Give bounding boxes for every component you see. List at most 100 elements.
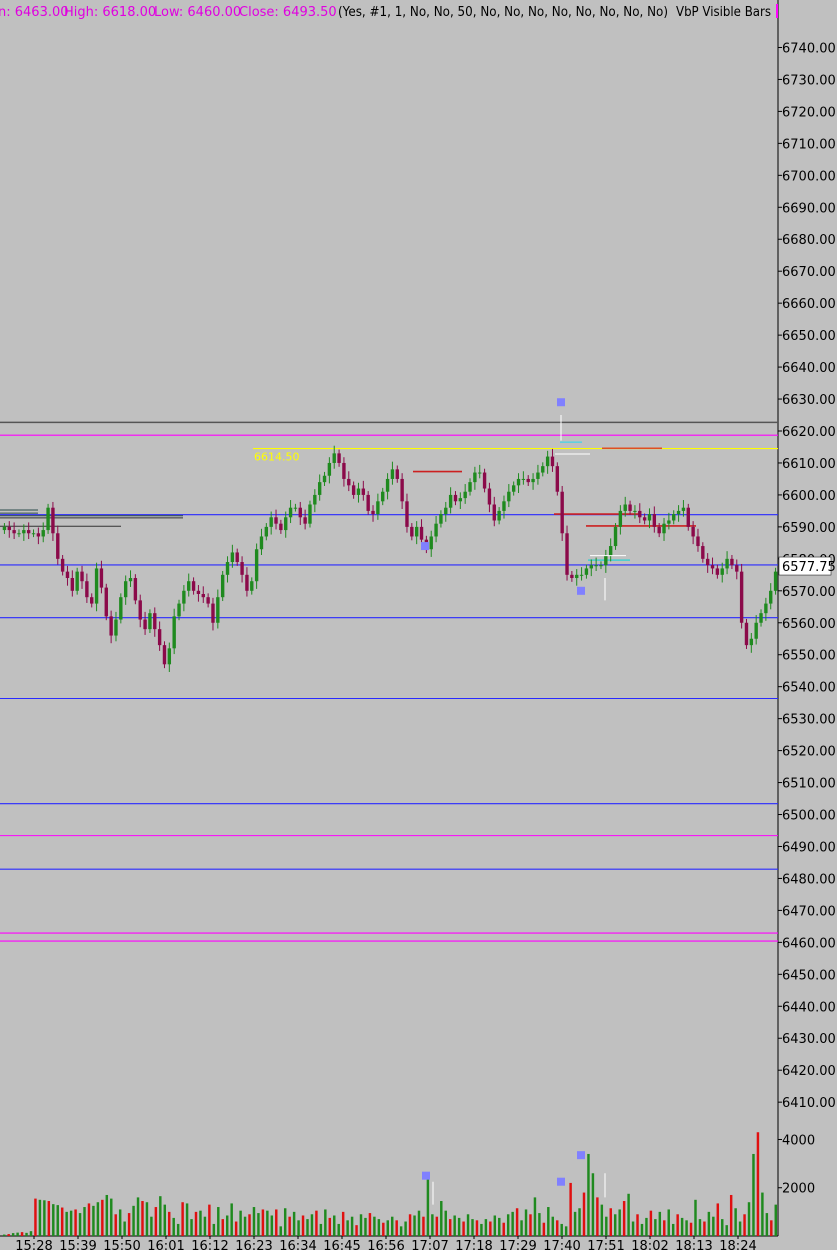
volume-bar: [185, 1203, 189, 1236]
candle-body: [284, 517, 288, 531]
volume-bar: [649, 1210, 653, 1236]
time-tick-label: 17:07: [411, 1239, 448, 1250]
volume-bar: [74, 1209, 77, 1236]
volume-bar: [359, 1214, 363, 1236]
volume-bar: [270, 1215, 274, 1236]
time-tick-label: 18:24: [719, 1239, 756, 1250]
header-low: Low: 6460.00: [154, 5, 241, 20]
volume-bar: [199, 1210, 202, 1236]
price-tick-label: 6410.00: [782, 1096, 836, 1111]
volume-bar: [716, 1203, 720, 1236]
candle-body: [511, 485, 516, 492]
volume-bar: [279, 1226, 282, 1236]
price-chart[interactable]: 6614.50 6740.00 6730.00 6720.00 6710.00 6700.…: [0, 0, 837, 1250]
price-tick-label: 6670.00: [782, 265, 836, 280]
candle-body: [322, 475, 327, 483]
candle-body: [94, 568, 99, 604]
volume-bar: [364, 1217, 367, 1236]
volume-bar: [694, 1199, 697, 1236]
volume-bar: [725, 1225, 728, 1236]
candle-body: [99, 568, 104, 588]
volume-bar: [105, 1194, 109, 1236]
price-tick-label: 6640.00: [782, 361, 836, 376]
volume-bar: [680, 1217, 684, 1236]
candle-body: [337, 453, 341, 463]
candle-body: [439, 514, 443, 524]
volume-bar: [520, 1220, 523, 1236]
volume-bar: [29, 1231, 33, 1236]
price-tick-label: 6570.00: [782, 585, 836, 600]
candle-body: [405, 501, 409, 527]
volume-bar: [341, 1211, 345, 1236]
candle-body: [662, 523, 666, 534]
volume-bar: [645, 1217, 648, 1236]
volume-bar: [761, 1192, 764, 1236]
volume-bar: [457, 1217, 461, 1236]
volume-bar: [721, 1219, 724, 1236]
volume-bar: [431, 1214, 434, 1236]
volume-bar: [533, 1197, 537, 1236]
volume-bar: [448, 1219, 452, 1236]
candle-body: [414, 526, 419, 537]
volume-bar: [564, 1226, 568, 1236]
candle-body: [366, 494, 370, 511]
price-tick-label: 6470.00: [782, 904, 836, 919]
candle-body: [211, 603, 215, 623]
candle-body: [545, 456, 550, 467]
volume-tick-label: 2000: [782, 1182, 815, 1197]
volume-bar: [765, 1213, 769, 1236]
volume-bar: [16, 1232, 19, 1236]
volume-bar: [689, 1222, 693, 1236]
volume-bar: [159, 1196, 162, 1236]
price-tick-label: 6720.00: [782, 105, 836, 120]
candle-body: [579, 574, 584, 576]
candle-body: [681, 507, 686, 511]
candle-body: [730, 558, 734, 566]
candle-body: [235, 552, 239, 563]
volume-bar: [127, 1213, 131, 1236]
candle-body: [395, 469, 399, 479]
volume-bar: [587, 1153, 590, 1236]
volume-bar: [163, 1204, 167, 1236]
volume-bar: [150, 1216, 153, 1236]
volume-bar: [172, 1217, 175, 1236]
candle-body: [385, 478, 390, 492]
candle-body: [376, 501, 380, 515]
candle-body: [400, 478, 404, 502]
volume-bar: [502, 1222, 505, 1236]
time-tick-label: 16:23: [235, 1239, 272, 1250]
price-tick-label: 6620.00: [782, 425, 836, 440]
candle-body: [575, 574, 579, 579]
candle-body: [298, 507, 302, 518]
candle-body: [531, 478, 535, 483]
candle-body: [75, 571, 79, 591]
candle-body: [90, 597, 94, 604]
candle-body: [555, 466, 560, 492]
candle-body: [667, 520, 671, 524]
volume-bar: [141, 1201, 144, 1236]
candle-body: [60, 558, 65, 572]
time-tick-label: 17:18: [455, 1239, 492, 1250]
volume-bar: [38, 1199, 42, 1236]
candle-body: [2, 526, 7, 531]
candle-body: [177, 603, 181, 617]
price-tick-label: 6630.00: [782, 393, 836, 408]
volume-bar: [453, 1215, 456, 1236]
candle-body: [36, 533, 41, 537]
volume-tick-label: 4000: [782, 1133, 815, 1148]
time-tick-label: 16:01: [147, 1239, 184, 1250]
candle-body: [448, 494, 453, 508]
time-tick-label: 17:51: [587, 1239, 624, 1250]
volume-bar: [168, 1211, 171, 1236]
volume-bar: [114, 1214, 117, 1236]
price-tick-label: 6480.00: [782, 872, 836, 887]
volume-bar: [288, 1216, 291, 1236]
volume-bar: [444, 1210, 447, 1236]
candle-body: [584, 568, 589, 575]
volume-bar: [60, 1207, 64, 1236]
volume-bar: [217, 1207, 220, 1236]
signal-marker-2: [577, 586, 585, 595]
volume-bar: [663, 1220, 666, 1236]
volume-bar: [747, 1202, 751, 1236]
volume-bar: [373, 1216, 376, 1236]
